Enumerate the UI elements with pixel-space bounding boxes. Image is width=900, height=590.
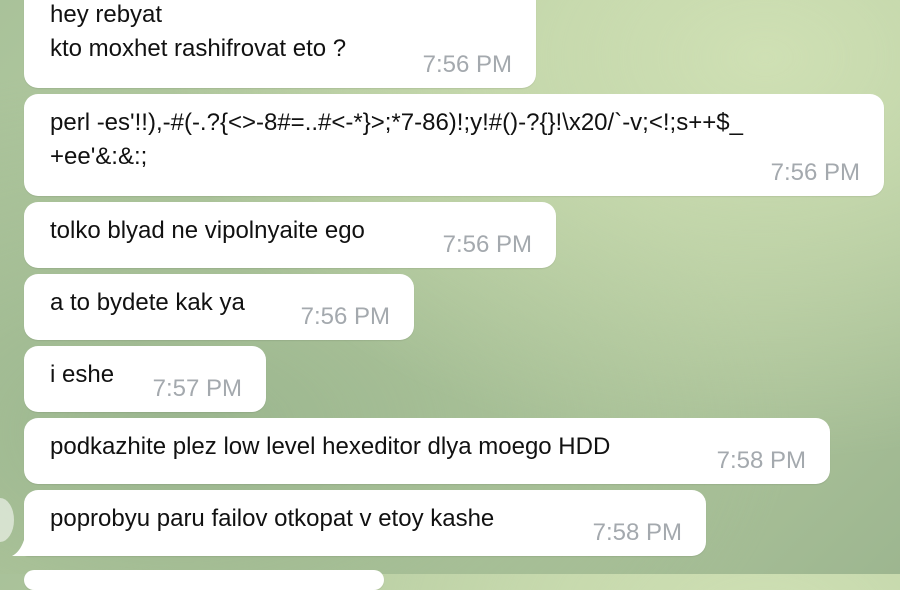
message-bubble-partial[interactable] — [24, 570, 384, 590]
message-text: perl -es'!!),-#(-.?{<>-8#=..#<-*}>;*7-86… — [50, 109, 743, 170]
message-text: poprobyu paru failov otkopat v etoy kash… — [50, 505, 495, 532]
avatar[interactable] — [0, 498, 14, 542]
message-bubble[interactable]: tolko blyad ne vipolnyaite ego 7:56 PM — [24, 202, 556, 268]
bubble-tail-icon — [12, 538, 32, 556]
message-bubble[interactable]: podkazhite plez low level hexeditor dlya… — [24, 418, 830, 484]
message-timestamp: 7:56 PM — [300, 303, 390, 330]
message-timestamp: 7:58 PM — [592, 519, 682, 546]
chat-message-area[interactable]: hey rebyat kto moxhet rashifrovat eto ? … — [0, 0, 900, 590]
message-timestamp: 7:58 PM — [716, 447, 806, 474]
message-bubble[interactable]: i eshe 7:57 PM — [24, 346, 266, 412]
message-timestamp: 7:56 PM — [442, 231, 532, 258]
message-text: podkazhite plez low level hexeditor dlya… — [50, 433, 611, 460]
message-timestamp: 7:57 PM — [152, 375, 242, 402]
message-timestamp: 7:56 PM — [770, 159, 860, 186]
message-bubble[interactable]: perl -es'!!),-#(-.?{<>-8#=..#<-*}>;*7-86… — [24, 94, 884, 196]
message-timestamp: 7:56 PM — [422, 51, 512, 78]
message-bubble[interactable]: a to bydete kak ya 7:56 PM — [24, 274, 414, 340]
message-bubble[interactable]: hey rebyat kto moxhet rashifrovat eto ? … — [24, 0, 536, 88]
message-bubble[interactable]: poprobyu paru failov otkopat v etoy kash… — [24, 490, 706, 556]
